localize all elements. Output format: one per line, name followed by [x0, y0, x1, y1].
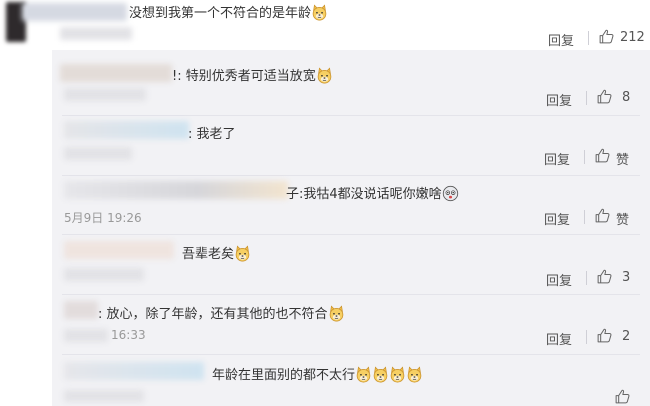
reply-text: : 我老了 — [188, 127, 236, 142]
doge-emoji-icon — [316, 67, 333, 84]
username-redacted — [64, 301, 98, 319]
doge-emoji-icon — [311, 4, 328, 21]
like-count[interactable]: 3 — [622, 270, 630, 285]
timestamp-redacted — [64, 88, 146, 101]
divider — [62, 175, 640, 176]
divider — [586, 271, 587, 285]
like-button[interactable]: 赞 — [616, 209, 629, 228]
timestamp-redacted — [64, 390, 144, 402]
thumbs-up-icon[interactable] — [596, 327, 613, 344]
username-redacted — [64, 241, 174, 259]
reply-text: 年龄在里面别的都不太行 — [212, 364, 423, 383]
thumbs-up-icon[interactable] — [594, 147, 611, 164]
timestamp-redacted — [60, 27, 132, 40]
divider — [584, 210, 585, 224]
shock-emoji-icon — [442, 185, 459, 202]
divider — [588, 31, 589, 45]
doge-emoji-icon — [328, 305, 345, 322]
doge-emoji-icon — [372, 366, 389, 383]
doge-emoji-icon — [389, 366, 406, 383]
divider — [62, 354, 640, 355]
reply-button[interactable]: 回复 — [546, 329, 572, 348]
divider — [584, 150, 585, 164]
username-redacted — [64, 181, 288, 199]
doge-emoji-icon — [355, 366, 372, 383]
reply-button[interactable]: 回复 — [544, 149, 570, 168]
comment-text: 没想到我第一个不符合的是年龄 — [129, 2, 328, 21]
divider — [62, 115, 640, 116]
divider — [62, 294, 640, 295]
timestamp: 5月9日 19:26 — [64, 211, 142, 225]
thumbs-up-icon[interactable] — [596, 268, 613, 285]
username-redacted — [64, 362, 204, 380]
like-button[interactable]: 赞 — [616, 149, 629, 168]
username-redacted — [22, 3, 127, 21]
divider — [586, 330, 587, 344]
username-redacted — [60, 64, 172, 82]
timestamp-redacted — [64, 147, 132, 160]
reply-button[interactable]: 回复 — [546, 270, 572, 289]
reply-text: : 放心，除了年龄，还有其他的也不符合 — [98, 303, 345, 322]
like-count[interactable]: 212 — [620, 30, 645, 45]
thumbs-up-icon[interactable] — [596, 88, 613, 105]
doge-emoji-icon — [406, 366, 423, 383]
divider — [586, 91, 587, 105]
thumbs-up-icon[interactable] — [594, 207, 611, 224]
reply-text: 子:我牯4都没说话呢你嫩啥 — [286, 183, 459, 202]
thumbs-up-icon[interactable] — [598, 28, 615, 45]
reply-button[interactable]: 回复 — [548, 30, 574, 49]
username-redacted — [64, 121, 189, 139]
like-count[interactable]: 2 — [622, 329, 630, 344]
timestamp-redacted — [64, 268, 144, 281]
divider — [62, 234, 640, 235]
thumbs-up-icon[interactable] — [614, 388, 631, 405]
reply-text: 吾辈老矣 — [182, 243, 251, 262]
doge-emoji-icon — [234, 245, 251, 262]
timestamp-redacted — [64, 329, 108, 342]
reply-button[interactable]: 回复 — [546, 90, 572, 109]
timestamp: 16:33 — [111, 328, 146, 342]
reply-button[interactable]: 回复 — [544, 209, 570, 228]
reply-text: !: 特别优秀者可适当放宽 — [172, 65, 333, 84]
like-count[interactable]: 8 — [622, 90, 630, 105]
top-comment: 没想到我第一个不符合的是年龄 回复 212 — [0, 0, 650, 50]
